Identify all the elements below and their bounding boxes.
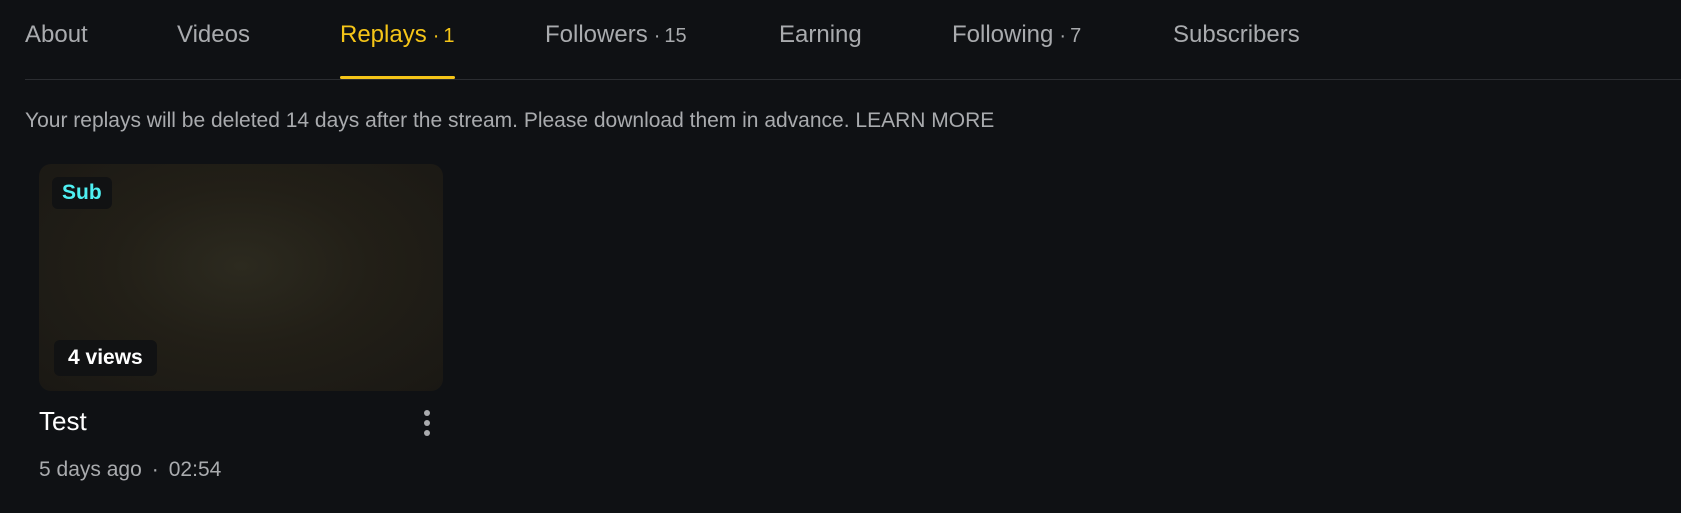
replay-title-row: Test	[39, 406, 443, 440]
views-badge: 4 views	[54, 340, 157, 376]
replay-title[interactable]: Test	[39, 406, 87, 437]
replay-duration: 02:54	[168, 458, 222, 481]
tab-about[interactable]: About	[25, 21, 88, 49]
tab-earning-label: Earning	[779, 21, 862, 48]
active-tab-indicator	[340, 76, 455, 79]
tab-followers-count: 15	[664, 25, 687, 47]
tab-followers[interactable]: Followers · 15	[545, 21, 687, 49]
tab-videos-label: Videos	[177, 21, 250, 48]
replay-card: Sub 4 views Test 5 days ago · 02:54	[39, 164, 443, 481]
replay-thumbnail[interactable]: Sub 4 views	[39, 164, 443, 391]
tab-following-count: 7	[1070, 25, 1082, 47]
more-options-icon[interactable]	[421, 410, 433, 438]
notice-text: Your replays will be deleted 14 days aft…	[25, 109, 850, 132]
sub-badge: Sub	[52, 177, 112, 209]
tab-videos[interactable]: Videos	[177, 21, 250, 49]
tab-earning[interactable]: Earning	[779, 21, 862, 49]
tab-followers-label: Followers	[545, 21, 648, 48]
tab-replays-label: Replays	[340, 21, 427, 48]
tab-following[interactable]: Following · 7	[952, 21, 1081, 49]
learn-more-link[interactable]: LEARN MORE	[855, 109, 994, 132]
replay-age: 5 days ago	[39, 458, 142, 481]
replay-deletion-notice: Your replays will be deleted 14 days aft…	[25, 109, 994, 133]
replay-meta: 5 days ago · 02:54	[39, 458, 221, 482]
tab-subscribers[interactable]: Subscribers	[1173, 21, 1300, 49]
tab-about-label: About	[25, 21, 88, 48]
profile-tabs: About Videos Replays · 1 Followers · 15 Earn…	[25, 0, 1681, 80]
channel-replays-page: About Videos Replays · 1 Followers · 15 Earn…	[0, 0, 1681, 513]
tab-following-label: Following	[952, 21, 1054, 48]
tab-replays-count: 1	[443, 25, 455, 47]
tab-replays[interactable]: Replays · 1	[340, 21, 455, 79]
meta-separator: ·	[151, 458, 159, 481]
tab-subscribers-label: Subscribers	[1173, 21, 1300, 48]
